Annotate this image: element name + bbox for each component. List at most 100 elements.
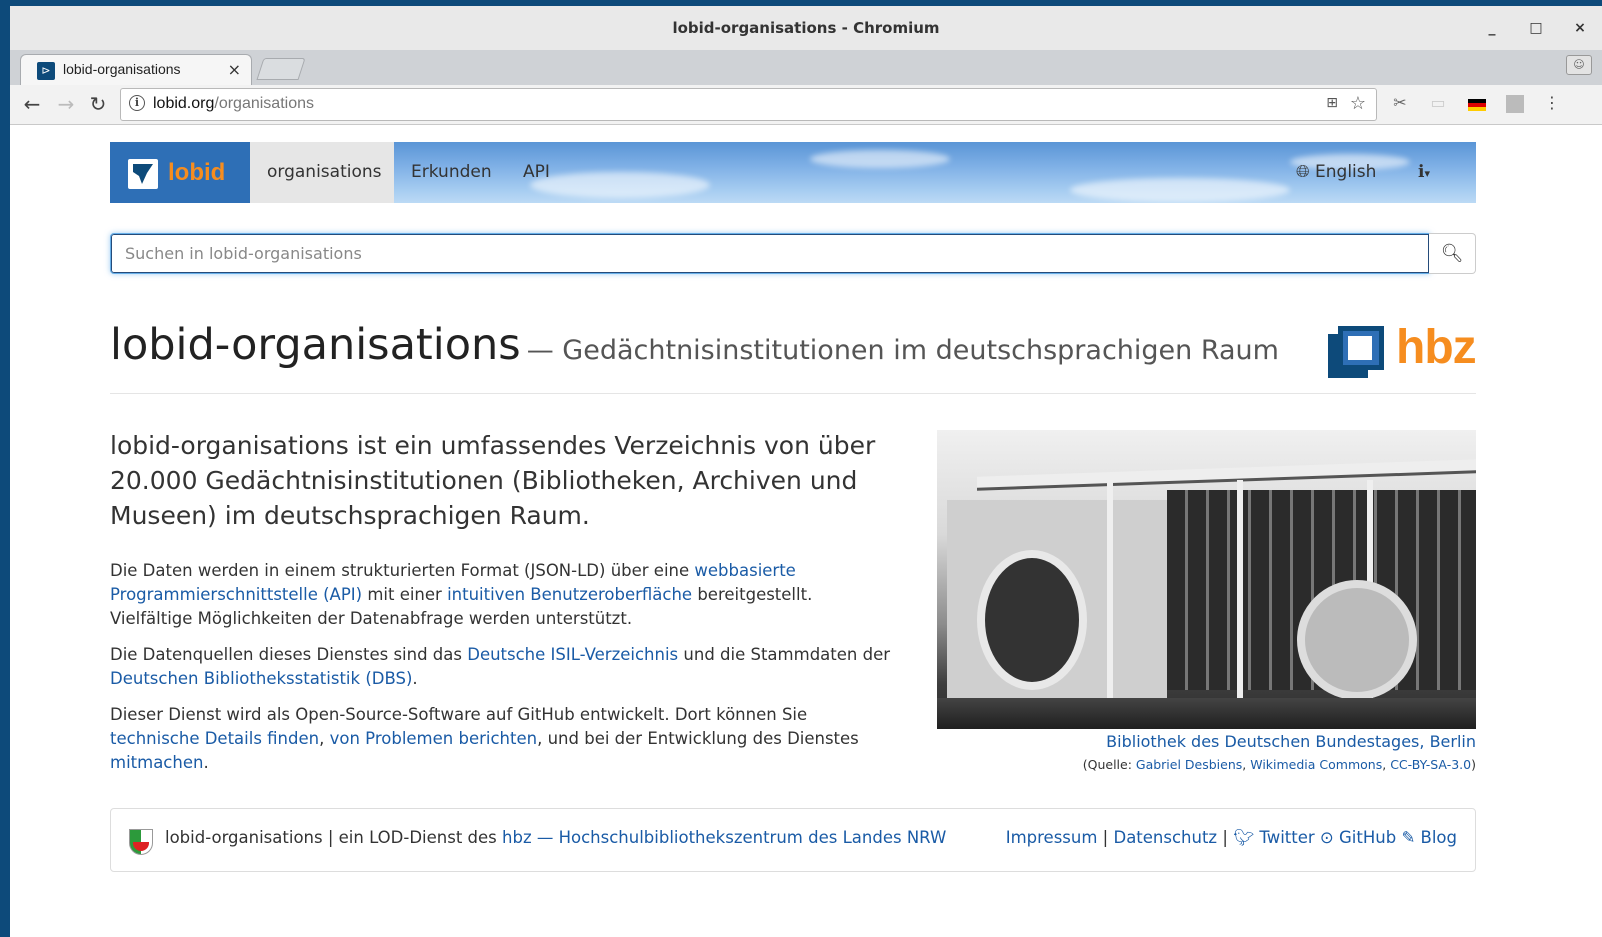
report-issues-link[interactable]: von Problemen berichten (330, 729, 537, 748)
nav-erkunden[interactable]: Erkunden (394, 142, 509, 203)
photo-water (937, 698, 1476, 729)
german-flag-icon[interactable] (1468, 99, 1486, 111)
caption-link[interactable]: Bibliothek des Deutschen Bundestages, Be… (1106, 732, 1476, 751)
title-bar: lobid-organisations - Chromium _ □ × (10, 6, 1602, 50)
footer-separator: | (1217, 828, 1234, 847)
hbz-logo-text: hbz (1396, 321, 1477, 374)
github-link[interactable]: ⊙ GitHub (1320, 828, 1396, 847)
lobid-logo-icon (128, 159, 158, 189)
reload-icon[interactable]: ↻ (86, 92, 110, 116)
new-tab-button[interactable] (256, 58, 306, 80)
intro-paragraph-github: Dieser Dienst wird als Open-Source-Softw… (110, 703, 890, 775)
para-text: und die Stammdaten der (678, 645, 891, 664)
page-footer: lobid-organisations | ein LOD-Dienst des… (110, 808, 1476, 872)
hbz-link[interactable]: hbz — Hochschulbibliothekszentrum des La… (502, 828, 946, 847)
pencil-icon: ✎ (1401, 828, 1416, 847)
tab-strip: ⊳ lobid-organisations × ☺ (10, 50, 1602, 85)
para-text: Die Datenquellen dieses Dienstes sind da… (110, 645, 468, 664)
page-subtitle: — Gedächtnisinstitutionen im deutschspra… (526, 335, 1279, 366)
caret-down-icon: ▾ (1424, 167, 1430, 180)
site-navbar: lobid organisations Erkunden API 🌐︎ Engl… (110, 142, 1476, 203)
language-switch[interactable]: 🌐︎ English (1296, 142, 1376, 203)
search-input[interactable] (110, 233, 1430, 274)
para-text: Die Daten werden in einem strukturierten… (110, 561, 695, 580)
nrw-coat-of-arms-icon (129, 829, 153, 855)
datenschutz-link[interactable]: Datenschutz (1113, 828, 1217, 847)
github-label: GitHub (1339, 828, 1397, 847)
para-text: Dieser Dienst wird als Open-Source-Softw… (110, 705, 808, 724)
forward-arrow-icon[interactable]: → (54, 92, 78, 116)
window-controls: _ □ × (1470, 6, 1602, 50)
twitter-label: Twitter (1259, 828, 1315, 847)
photo-roof (977, 459, 1476, 491)
credit-text: , (1382, 757, 1391, 772)
intro-paragraph-data: Die Daten werden in einem strukturierten… (110, 559, 890, 631)
cloud-decoration (810, 150, 950, 168)
extension-gray-icon[interactable] (1506, 95, 1524, 113)
library-photo (937, 430, 1476, 729)
blog-link[interactable]: ✎ Blog (1401, 828, 1457, 847)
browser-toolbar: ← → ↻ i lobid.org/organisations ⊞ ☆ ✂ ▭ … (10, 85, 1602, 125)
isil-link[interactable]: Deutsche ISIL-Verzeichnis (467, 645, 678, 664)
technical-details-link[interactable]: technische Details finden (110, 729, 319, 748)
page-header: lobid-organisations — Gedächtnisinstituti… (110, 314, 1477, 394)
tab-title: lobid-organisations (63, 61, 181, 77)
lobid-brand[interactable]: lobid (110, 142, 250, 203)
profile-icon[interactable]: ☺ (1566, 55, 1592, 75)
nav-organisations[interactable]: organisations (250, 142, 394, 203)
search-icon: 🔍︎ (1440, 243, 1464, 264)
page-title: lobid-organisations — Gedächtnisinstituti… (110, 320, 1279, 370)
nav-api[interactable]: API (506, 142, 567, 203)
hbz-mark-icon (1328, 326, 1384, 378)
menu-dots-icon[interactable]: ⋮ (1542, 93, 1562, 113)
window-title: lobid-organisations - Chromium (672, 19, 940, 37)
para-text: , (319, 729, 330, 748)
maximize-button[interactable]: □ (1514, 6, 1558, 50)
lead-paragraph: lobid-organisations ist ein umfassendes … (110, 431, 876, 530)
tab-close-icon[interactable]: × (228, 60, 241, 79)
search-button[interactable]: 🔍︎ (1429, 233, 1476, 274)
credit-text: (Quelle: (1082, 757, 1136, 772)
footer-separator: | (1097, 828, 1114, 847)
ui-link[interactable]: intuitiven Benutzeroberfläche (447, 585, 692, 604)
extension-cast-icon[interactable]: ▭ (1428, 93, 1448, 113)
browser-tab[interactable]: ⊳ lobid-organisations × (20, 54, 252, 85)
library-figure: Bibliothek des Deutschen Bundestages, Be… (937, 430, 1476, 772)
para-text: mit einer (362, 585, 448, 604)
twitter-link[interactable]: 🐦︎ Twitter (1233, 828, 1315, 847)
url-path: /organisations (214, 95, 314, 112)
footer-left: lobid-organisations | ein LOD-Dienst des… (165, 828, 946, 847)
dbs-link[interactable]: Deutschen Bibliotheksstatistik (DBS) (110, 669, 412, 688)
blog-label: Blog (1420, 828, 1457, 847)
browser-window: lobid-organisations - Chromium _ □ × ⊳ l… (10, 6, 1602, 937)
credit-text: ) (1471, 757, 1476, 772)
license-link[interactable]: CC-BY-SA-3.0 (1390, 757, 1471, 772)
hbz-logo[interactable]: hbz (1328, 321, 1477, 380)
brand-text: lobid (168, 159, 226, 186)
photo-pillar (1107, 480, 1113, 710)
author-link[interactable]: Gabriel Desbiens (1136, 757, 1242, 772)
footer-right: Impressum | Datenschutz | 🐦︎ Twitter ⊙ G… (1006, 828, 1457, 848)
title-text: lobid-organisations (110, 320, 521, 370)
footer-text: lobid-organisations | ein LOD-Dienst des (165, 828, 503, 847)
info-dropdown[interactable]: ℹ︎▾ (1418, 142, 1430, 203)
impressum-link[interactable]: Impressum (1006, 828, 1098, 847)
extension-tools-icon[interactable]: ✂ (1390, 93, 1410, 113)
intro-paragraph-sources: Die Datenquellen dieses Dienstes sind da… (110, 643, 890, 691)
back-arrow-icon[interactable]: ← (20, 92, 44, 116)
translate-icon[interactable]: ⊞ (1326, 95, 1338, 111)
close-window-button[interactable]: × (1558, 6, 1602, 50)
url-domain: lobid.org (153, 95, 215, 112)
figure-caption: Bibliothek des Deutschen Bundestages, Be… (937, 732, 1476, 751)
globe-icon: 🌐︎ (1296, 162, 1310, 182)
photo-pillar (1237, 480, 1243, 710)
photo-circle-window (977, 550, 1087, 690)
minimize-button[interactable]: _ (1470, 6, 1514, 50)
site-info-icon[interactable]: i (129, 95, 145, 111)
url-text[interactable]: lobid.org/organisations (153, 95, 314, 113)
address-bar[interactable]: i lobid.org/organisations ⊞ ☆ (120, 88, 1377, 121)
bookmark-star-icon[interactable]: ☆ (1350, 93, 1366, 114)
github-icon: ⊙ (1319, 828, 1334, 847)
wikimedia-link[interactable]: Wikimedia Commons (1250, 757, 1382, 772)
contribute-link[interactable]: mitmachen (110, 753, 203, 772)
